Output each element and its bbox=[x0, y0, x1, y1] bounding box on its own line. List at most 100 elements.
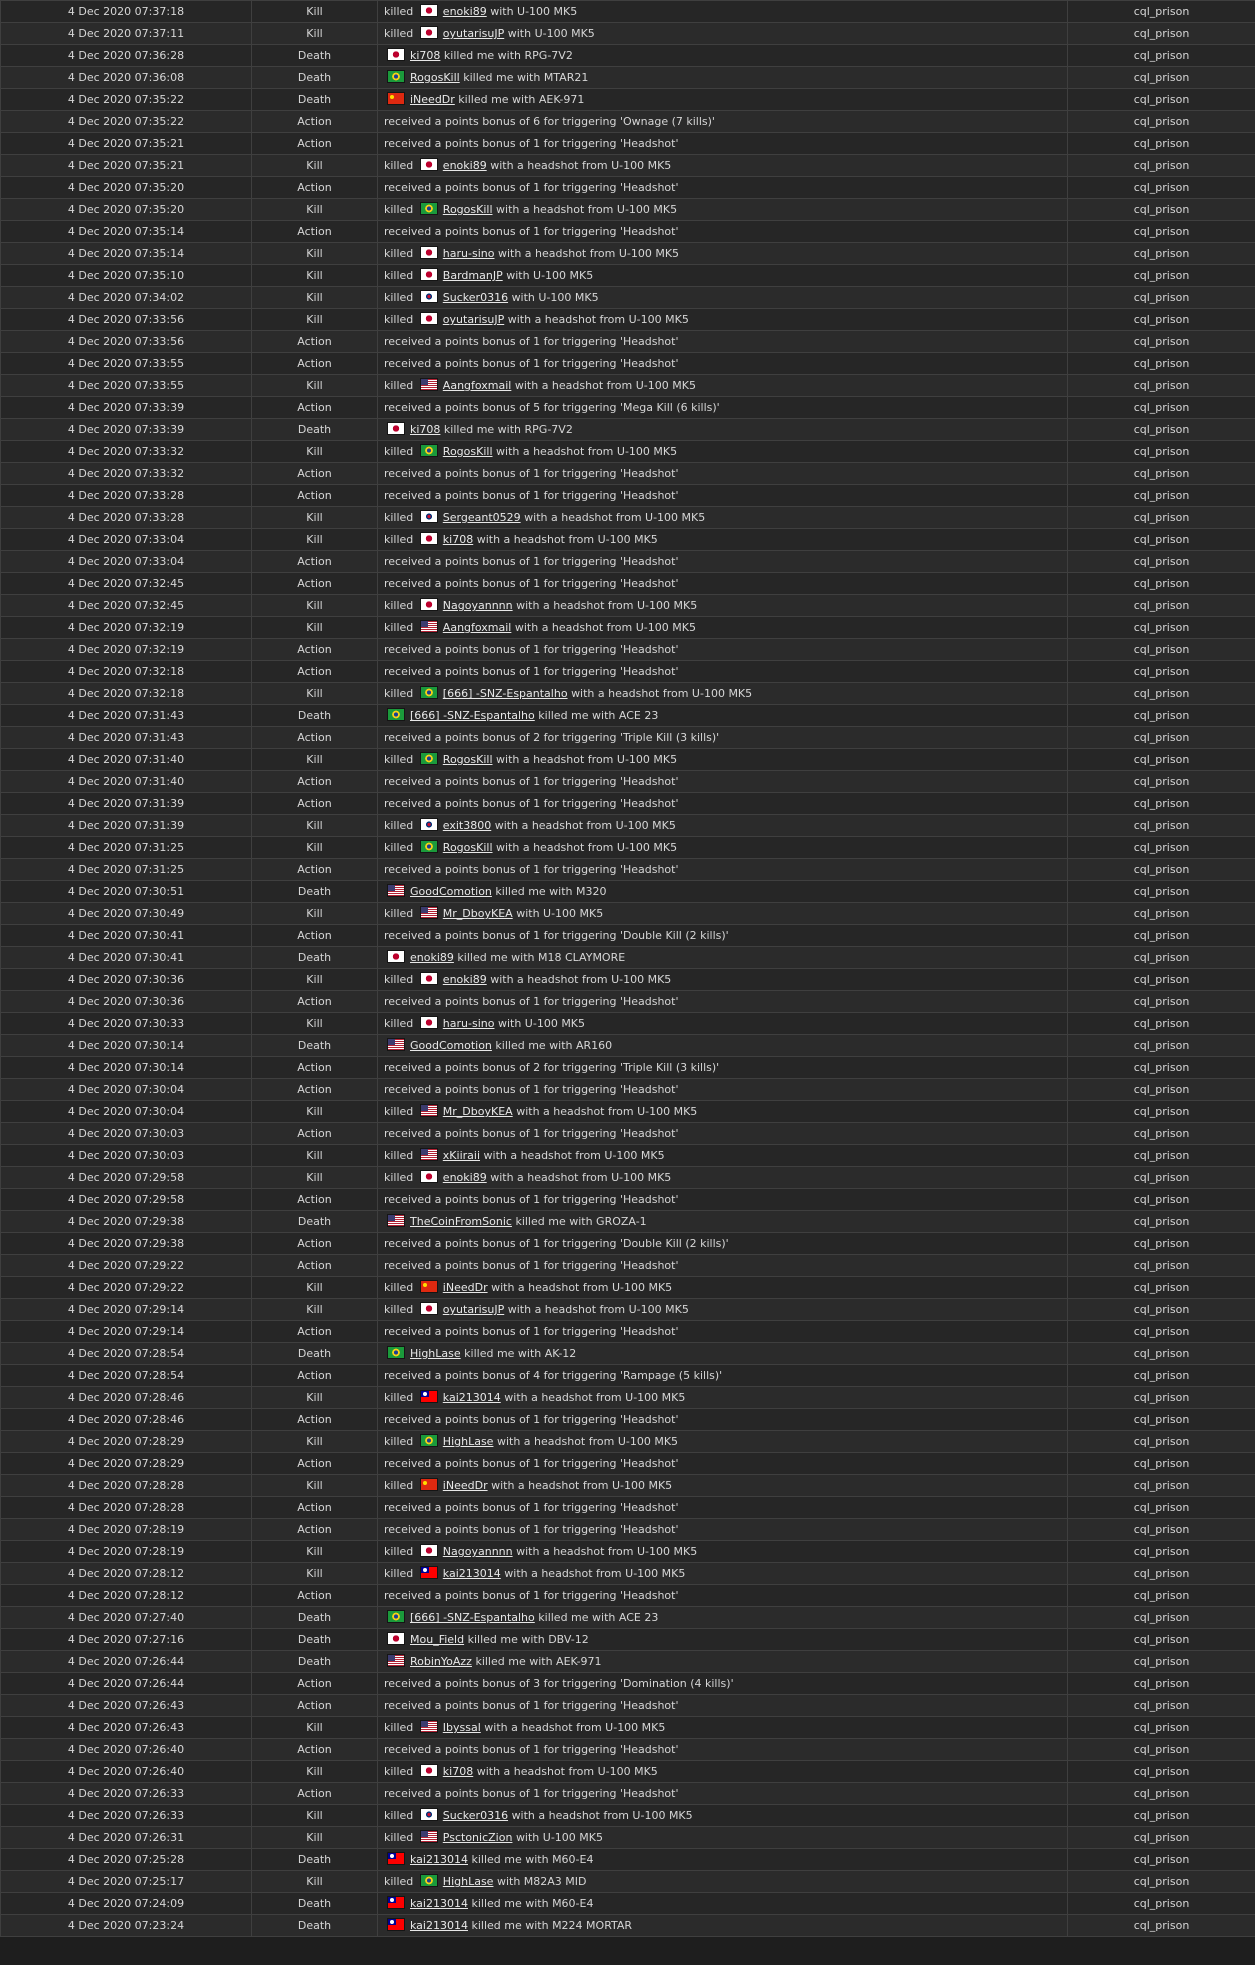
player-link[interactable]: Nagoyannnn bbox=[443, 599, 513, 612]
event-description: received a points bonus of 3 for trigger… bbox=[376, 1672, 1069, 1695]
player-link[interactable]: enoki89 bbox=[443, 973, 487, 986]
killed-label: killed bbox=[384, 841, 414, 854]
player-link[interactable]: RogosKill bbox=[443, 445, 493, 458]
player-link[interactable]: ki708 bbox=[410, 423, 440, 436]
player-link[interactable]: HighLase bbox=[410, 1347, 461, 1360]
player-link[interactable]: oyutarisuJP bbox=[443, 27, 504, 40]
action-text: received a points bonus of 3 for trigger… bbox=[384, 1677, 734, 1690]
event-time: 4 Dec 2020 07:31:43 bbox=[0, 704, 252, 727]
event-server: cql_prison bbox=[1067, 66, 1255, 89]
event-server: cql_prison bbox=[1067, 418, 1255, 441]
player-link[interactable]: BardmanJP bbox=[443, 269, 503, 282]
event-server: cql_prison bbox=[1067, 1320, 1255, 1343]
player-link[interactable]: RogosKill bbox=[443, 203, 493, 216]
event-time: 4 Dec 2020 07:33:56 bbox=[0, 308, 252, 331]
event-description: received a points bonus of 2 for trigger… bbox=[376, 1056, 1069, 1079]
player-link[interactable]: exit3800 bbox=[443, 819, 491, 832]
player-link[interactable]: enoki89 bbox=[410, 951, 454, 964]
player-link[interactable]: enoki89 bbox=[443, 5, 487, 18]
player-link[interactable]: kai213014 bbox=[443, 1567, 501, 1580]
event-server: cql_prison bbox=[1067, 352, 1255, 375]
japan-flag-icon bbox=[420, 1171, 437, 1182]
player-link[interactable]: RobinYoAzz bbox=[410, 1655, 472, 1668]
event-description: iNeedDr killed me with AEK-971 bbox=[376, 88, 1069, 111]
event-description: killed Sucker0316 with U-100 MK5 bbox=[376, 286, 1069, 309]
event-time: 4 Dec 2020 07:30:41 bbox=[0, 924, 252, 947]
table-row: 4 Dec 2020 07:33:32 Action received a poin… bbox=[0, 462, 1255, 485]
player-link[interactable]: Mou_Field bbox=[410, 1633, 464, 1646]
player-link[interactable]: iNeedDr bbox=[443, 1281, 488, 1294]
player-link[interactable]: haru-sino bbox=[443, 1017, 495, 1030]
table-row: 4 Dec 2020 07:26:33 Kill killed Sucker0316… bbox=[0, 1804, 1255, 1827]
player-link[interactable]: [666] -SNZ-Espantalho bbox=[410, 709, 535, 722]
player-link[interactable]: Aangfoxmail bbox=[443, 379, 512, 392]
player-link[interactable]: kai213014 bbox=[410, 1919, 468, 1932]
player-link[interactable]: HighLase bbox=[443, 1875, 494, 1888]
japan-flag-icon bbox=[388, 423, 404, 434]
table-row: 4 Dec 2020 07:28:12 Kill killed kai213014 … bbox=[0, 1562, 1255, 1585]
event-server: cql_prison bbox=[1067, 1364, 1255, 1387]
player-link[interactable]: xKiiraii bbox=[443, 1149, 480, 1162]
event-type: Action bbox=[251, 1122, 378, 1145]
player-link[interactable]: oyutarisuJP bbox=[443, 313, 504, 326]
event-type: Action bbox=[251, 396, 378, 419]
event-server: cql_prison bbox=[1067, 1408, 1255, 1431]
event-time: 4 Dec 2020 07:26:44 bbox=[0, 1650, 252, 1673]
table-row: 4 Dec 2020 07:35:10 Kill killed BardmanJP … bbox=[0, 264, 1255, 287]
player-link[interactable]: Nagoyannnn bbox=[443, 1545, 513, 1558]
event-description: kai213014 killed me with M224 MORTAR bbox=[376, 1914, 1069, 1937]
player-link[interactable]: ki708 bbox=[443, 1765, 473, 1778]
event-description: received a points bonus of 1 for trigger… bbox=[376, 924, 1069, 947]
player-link[interactable]: Mr_DboyKEA bbox=[443, 907, 513, 920]
event-description: received a points bonus of 1 for trigger… bbox=[376, 990, 1069, 1013]
player-link[interactable]: Sergeant0529 bbox=[443, 511, 521, 524]
player-link[interactable]: enoki89 bbox=[443, 159, 487, 172]
event-type: Kill bbox=[251, 1870, 378, 1893]
player-link[interactable]: PsctonicZion bbox=[443, 1831, 513, 1844]
player-link[interactable]: [666] -SNZ-Espantalho bbox=[410, 1611, 535, 1624]
event-server: cql_prison bbox=[1067, 264, 1255, 287]
player-link[interactable]: Ibyssal bbox=[443, 1721, 481, 1734]
player-link[interactable]: GoodComotion bbox=[410, 885, 492, 898]
event-server: cql_prison bbox=[1067, 1430, 1255, 1453]
player-link[interactable]: RogosKill bbox=[410, 71, 460, 84]
table-row: 4 Dec 2020 07:29:38 Death TheCoinFromSonic… bbox=[0, 1210, 1255, 1233]
player-link[interactable]: RogosKill bbox=[443, 753, 493, 766]
player-link[interactable]: Sucker0316 bbox=[443, 291, 508, 304]
player-link[interactable]: ki708 bbox=[443, 533, 473, 546]
player-link[interactable]: iNeedDr bbox=[443, 1479, 488, 1492]
table-row: 4 Dec 2020 07:29:22 Kill killed iNeedDr wi… bbox=[0, 1276, 1255, 1299]
player-link[interactable]: haru-sino bbox=[443, 247, 495, 260]
event-description: RogosKill killed me with MTAR21 bbox=[376, 66, 1069, 89]
player-link[interactable]: TheCoinFromSonic bbox=[410, 1215, 512, 1228]
event-type: Kill bbox=[251, 308, 378, 331]
player-link[interactable]: ki708 bbox=[410, 49, 440, 62]
event-time: 4 Dec 2020 07:36:08 bbox=[0, 66, 252, 89]
action-text: received a points bonus of 1 for trigger… bbox=[384, 1457, 679, 1470]
player-link[interactable]: iNeedDr bbox=[410, 93, 455, 106]
event-type: Death bbox=[251, 1848, 378, 1871]
table-row: 4 Dec 2020 07:35:21 Kill killed enoki89 wi… bbox=[0, 154, 1255, 177]
event-type: Death bbox=[251, 946, 378, 969]
player-link[interactable]: kai213014 bbox=[443, 1391, 501, 1404]
event-time: 4 Dec 2020 07:30:51 bbox=[0, 880, 252, 903]
player-link[interactable]: kai213014 bbox=[410, 1853, 468, 1866]
event-detail: with U-100 MK5 bbox=[506, 269, 594, 282]
player-link[interactable]: RogosKill bbox=[443, 841, 493, 854]
event-description: ki708 killed me with RPG-7V2 bbox=[376, 44, 1069, 67]
player-link[interactable]: oyutarisuJP bbox=[443, 1303, 504, 1316]
event-time: 4 Dec 2020 07:35:21 bbox=[0, 132, 252, 155]
event-server: cql_prison bbox=[1067, 44, 1255, 67]
player-link[interactable]: [666] -SNZ-Espantalho bbox=[443, 687, 568, 700]
event-description: received a points bonus of 1 for trigger… bbox=[376, 352, 1069, 375]
killed-label: killed bbox=[384, 1303, 414, 1316]
player-link[interactable]: enoki89 bbox=[443, 1171, 487, 1184]
player-link[interactable]: kai213014 bbox=[410, 1897, 468, 1910]
event-detail: with a headshot from U-100 MK5 bbox=[507, 1303, 689, 1316]
player-link[interactable]: Mr_DboyKEA bbox=[443, 1105, 513, 1118]
player-link[interactable]: Aangfoxmail bbox=[443, 621, 512, 634]
player-link[interactable]: HighLase bbox=[443, 1435, 494, 1448]
player-link[interactable]: GoodComotion bbox=[410, 1039, 492, 1052]
event-server: cql_prison bbox=[1067, 726, 1255, 749]
player-link[interactable]: Sucker0316 bbox=[443, 1809, 508, 1822]
